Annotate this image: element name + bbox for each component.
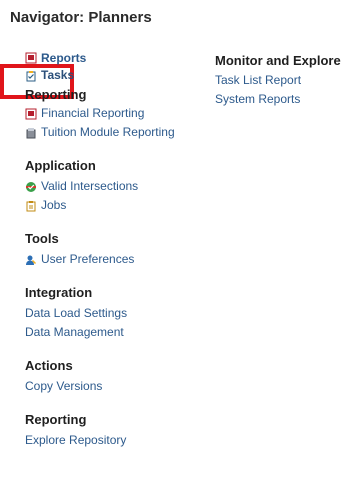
- tuition-module-reporting-label: Tuition Module Reporting: [41, 125, 175, 139]
- valid-intersections-icon: [26, 181, 36, 192]
- data-management-label: Data Management: [25, 325, 124, 339]
- task-list-report-link[interactable]: Task List Report: [215, 71, 345, 90]
- section-tools-title: Tools: [25, 231, 59, 246]
- explore-repository-label: Explore Repository: [25, 433, 127, 447]
- financial-reporting-link[interactable]: Financial Reporting: [25, 104, 215, 123]
- section-monitor-explore-title: Monitor and Explore: [215, 53, 341, 68]
- data-load-settings-link[interactable]: Data Load Settings: [25, 304, 215, 323]
- page-title: Navigator: Planners: [10, 9, 152, 26]
- user-preferences-label: User Preferences: [41, 252, 135, 266]
- section-application-title: Application: [25, 158, 96, 173]
- reports-link[interactable]: Reports: [25, 50, 215, 66]
- user-preferences-icon: [26, 255, 36, 265]
- jobs-icon: [26, 200, 36, 211]
- copy-versions-link[interactable]: Copy Versions: [25, 377, 215, 396]
- reports-label: Reports: [41, 50, 87, 65]
- task-list-report-label: Task List Report: [215, 73, 302, 87]
- report-icon: [25, 52, 37, 64]
- data-load-settings-label: Data Load Settings: [25, 306, 128, 320]
- jobs-link[interactable]: Jobs: [25, 196, 215, 215]
- clipboard-icon: [26, 70, 36, 81]
- jobs-label: Jobs: [41, 198, 67, 212]
- section-actions-title: Actions: [25, 358, 73, 373]
- section-integration-title: Integration: [25, 285, 93, 300]
- user-preferences-link[interactable]: User Preferences: [25, 250, 215, 269]
- tasks-link[interactable]: Tasks: [25, 66, 215, 85]
- section-reporting-2-title: Reporting: [25, 412, 87, 427]
- module-report-icon: [26, 127, 36, 138]
- explore-repository-link[interactable]: Explore Repository: [25, 431, 215, 450]
- copy-versions-label: Copy Versions: [25, 379, 103, 393]
- tasks-label: Tasks: [41, 68, 75, 82]
- left-column: Reports Tasks Reporting Financial Report…: [25, 50, 215, 450]
- right-column: Monitor and Explore Task List Report Sys…: [215, 53, 345, 109]
- financial-reporting-label: Financial Reporting: [41, 106, 145, 120]
- section-reporting-title: Reporting: [25, 87, 87, 102]
- tuition-module-reporting-link[interactable]: Tuition Module Reporting: [25, 123, 215, 142]
- system-reports-label: System Reports: [215, 92, 301, 106]
- valid-intersections-label: Valid Intersections: [41, 179, 139, 193]
- valid-intersections-link[interactable]: Valid Intersections: [25, 177, 215, 196]
- system-reports-link[interactable]: System Reports: [215, 90, 345, 109]
- data-management-link[interactable]: Data Management: [25, 323, 215, 342]
- report-icon: [25, 108, 37, 119]
